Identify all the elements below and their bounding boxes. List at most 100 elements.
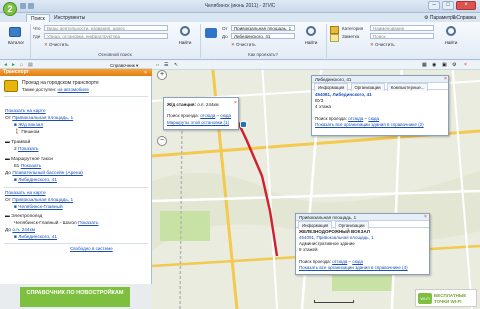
station-title-label: Ж/д станция: xyxy=(167,102,197,107)
route-to-link[interactable]: сюда xyxy=(368,116,379,121)
chevron-down-icon: ▾ xyxy=(136,62,139,68)
to-address-row-2: ■ Либединского, 41 xyxy=(14,235,57,240)
popup-building-lib: Либединского, 41 × Информация Организаци… xyxy=(311,75,449,136)
category-input[interactable]: Наименование xyxy=(370,25,434,31)
map-toolbar: ⇔ ☰ ↖ ▦ ◉ ▣ ⚙ × xyxy=(152,61,480,70)
lib-header: Либединского, 41 xyxy=(312,76,448,83)
ribbon: Каталог Что Виды деятельности, названия,… xyxy=(0,22,480,60)
quick-forward-icon[interactable] xyxy=(28,3,34,9)
route-swap-button[interactable] xyxy=(204,26,218,48)
map-marker-station[interactable] xyxy=(240,121,247,128)
to-label: До xyxy=(222,34,228,39)
pointer-icon[interactable]: ↖ xyxy=(174,62,178,68)
station-link[interactable]: Ж/д вокзал xyxy=(18,123,43,128)
vokzal-header: Привокзальная площадь, 1 xyxy=(296,214,429,221)
close-popup-icon[interactable]: × xyxy=(444,76,447,82)
vokzal-tabs: Информация Организации xyxy=(296,221,429,229)
catalog-label: Каталог xyxy=(7,40,25,45)
tab-tools[interactable]: Инструменты xyxy=(50,14,89,22)
find-route-button[interactable]: Найти xyxy=(300,26,322,50)
close-panel-icon[interactable]: × xyxy=(144,70,147,76)
from2-address-link[interactable]: Привокзальная площадь, 1 xyxy=(12,198,73,203)
tab-search[interactable]: Поиск xyxy=(26,14,50,22)
to-address-link[interactable]: Либединского, 41 xyxy=(18,178,57,183)
lib-all-orgs-link[interactable]: Показать все организации здания в справо… xyxy=(315,122,424,128)
close-map-icon[interactable]: × xyxy=(464,62,467,68)
traffic-icon[interactable]: ◉ xyxy=(432,62,436,68)
tab-computer[interactable]: Компьютерные... xyxy=(386,83,429,91)
building-3d-icon[interactable]: ▦ xyxy=(422,62,427,68)
train-icon: ▬ xyxy=(5,214,10,219)
map-settings-icon[interactable]: ⚙ xyxy=(452,62,456,68)
show-on-map-link-1[interactable]: Показать на карте xyxy=(5,109,46,114)
where-input[interactable]: Улица, остановка, инфраструктура xyxy=(44,33,168,39)
clear-search-button[interactable]: ✕ Очистить xyxy=(44,42,69,48)
vokzal-all-orgs-link[interactable]: Показать все организации здания в справо… xyxy=(299,265,408,271)
route-to-link[interactable]: сюда xyxy=(352,259,363,264)
more-link[interactable]: Свободно в системе xyxy=(70,246,113,251)
quick-back-icon[interactable] xyxy=(20,3,26,9)
measure-icon[interactable]: ⇔ xyxy=(155,62,160,68)
maximize-button[interactable]: □ xyxy=(442,1,454,10)
tab-orgs[interactable]: Организации xyxy=(334,221,369,229)
help-label: Справка xyxy=(456,15,476,21)
divider xyxy=(4,96,148,97)
overview-icon[interactable]: ▣ xyxy=(442,62,447,68)
clear-category-label: Очистить xyxy=(375,42,395,47)
stop-routes-link[interactable]: Маршруты этой остановки (1) xyxy=(167,120,229,126)
tab-orgs[interactable]: Организации xyxy=(350,83,385,91)
zoom-out-button[interactable]: − xyxy=(157,136,167,146)
clear-route-button[interactable]: ✕ Очистить xyxy=(231,42,256,48)
stop-a-link[interactable]: Челябинск-Главный xyxy=(18,205,62,210)
zoom-in-button[interactable]: + xyxy=(157,70,167,80)
print-icon[interactable]: ▤ xyxy=(28,62,33,68)
find-button[interactable]: Найти xyxy=(174,26,196,50)
show-on-map-link-2[interactable]: Показать на карте xyxy=(5,191,46,196)
directory-dropdown[interactable]: Справочник ▾ xyxy=(110,63,138,69)
popup-building-vokzal: Привокзальная площадь, 1 × Информация Ор… xyxy=(295,213,430,275)
what-input[interactable]: Виды деятельности, названия, адрес xyxy=(44,25,168,31)
from-address-link[interactable]: Привокзальная площадь, 1 xyxy=(12,116,73,121)
to2-address-link[interactable]: Либединского, 41 xyxy=(18,235,57,240)
catalog-book-icon xyxy=(9,27,21,37)
vokzal-floors: 9 этажей xyxy=(299,247,318,252)
route-title: Проезд на городском транспорте xyxy=(22,80,99,86)
minibus-show-link[interactable]: Показать xyxy=(21,164,41,169)
dash: – xyxy=(216,113,220,118)
lib-search-row: Поиск проезда: отсюда – сюда xyxy=(315,116,379,122)
elektr-show-link[interactable]: Показать xyxy=(78,221,98,226)
tab-info[interactable]: Информация xyxy=(298,221,333,229)
from-label: От xyxy=(222,26,228,31)
to-input[interactable]: Либединского, 41 xyxy=(231,33,295,39)
wifi-banner[interactable]: Wi-Fi БЕСПЛАТНЫЕ ТОЧКИ WI-FI xyxy=(415,289,477,307)
clear-category-button[interactable]: ✕ Очистить xyxy=(370,42,395,48)
ad-text[interactable]: СПРАВОЧНИК ПО НОВОСТРОЙКАМ xyxy=(20,287,130,307)
back-arrow-icon[interactable]: ◄ xyxy=(3,62,8,68)
minimize-button[interactable]: – xyxy=(428,1,440,10)
route-to-link[interactable]: сюда xyxy=(220,113,231,118)
layers-icon[interactable]: ☰ xyxy=(164,62,168,68)
by-car-link[interactable]: на автомобиле xyxy=(57,87,88,92)
to2-stop-link[interactable]: о.п. 244км xyxy=(12,228,35,233)
app-logo[interactable]: 2 xyxy=(3,2,17,16)
note-input[interactable]: Поиск xyxy=(370,33,434,39)
forward-arrow-icon[interactable]: ► xyxy=(11,62,16,68)
close-popup-icon[interactable]: × xyxy=(424,214,427,220)
from-prefix-2: От xyxy=(5,198,11,203)
from-input[interactable]: Привокзальная площадь, 1 xyxy=(231,25,295,31)
route-from-link[interactable]: отсюда xyxy=(200,113,215,118)
close-button[interactable]: × xyxy=(456,1,476,10)
minibus-number: 81 xyxy=(14,164,20,169)
to-stop-link[interactable]: Плавательный бассейн (Арена) xyxy=(12,171,83,176)
catalog-button[interactable]: Каталог xyxy=(5,27,27,51)
transport-title: Транспорт xyxy=(3,69,30,75)
close-popup-icon[interactable]: × xyxy=(234,100,237,106)
tram-show-link[interactable]: Показать xyxy=(18,147,38,152)
home-icon[interactable]: ⌂ xyxy=(20,62,23,68)
find-category-button[interactable]: Найти xyxy=(440,26,462,50)
route-from-link[interactable]: отсюда xyxy=(332,259,347,264)
tab-info[interactable]: Информация xyxy=(314,83,349,91)
help-menu[interactable]: ? Справка xyxy=(452,14,476,22)
route-from-link[interactable]: отсюда xyxy=(348,116,363,121)
transport-header: Транспорт xyxy=(0,69,152,76)
